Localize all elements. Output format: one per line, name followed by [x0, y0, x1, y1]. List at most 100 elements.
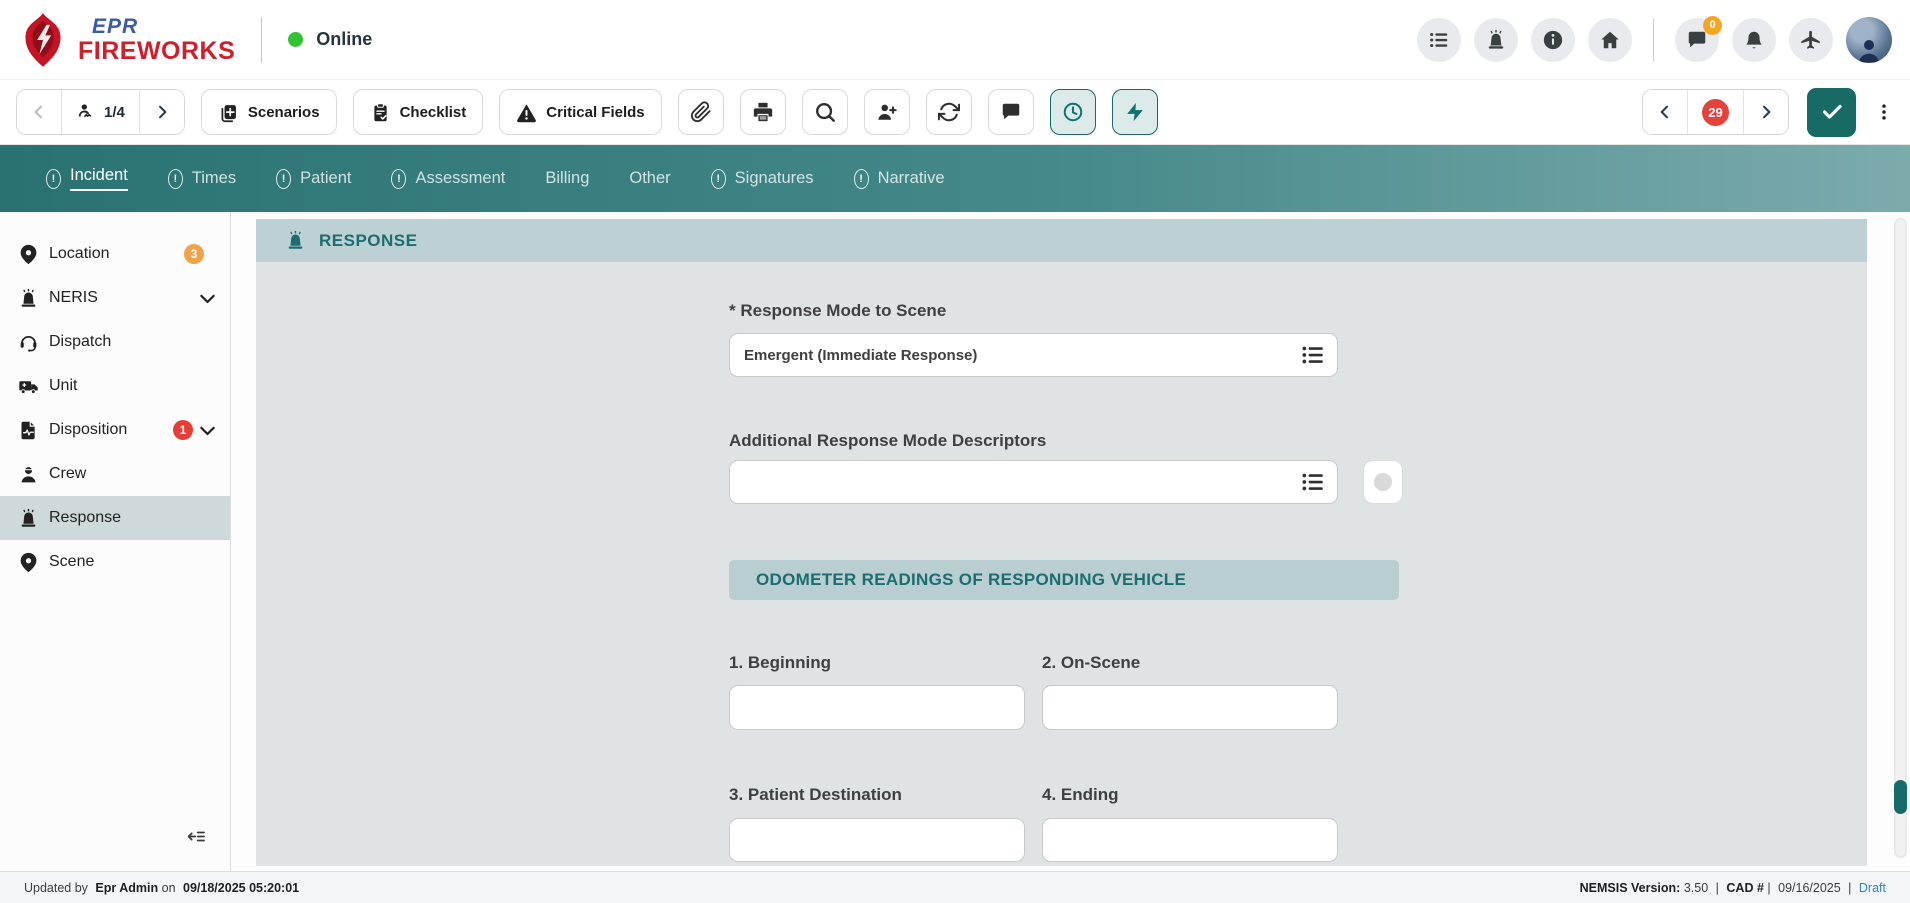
tab-assessment[interactable]: ! Assessment — [391, 169, 505, 189]
sidebar-item-location[interactable]: Location 3 — [0, 232, 230, 276]
info-button[interactable] — [1531, 18, 1575, 62]
more-options-button[interactable] — [1874, 102, 1894, 122]
incidents-button[interactable] — [1474, 18, 1518, 62]
save-validate-button[interactable] — [1807, 88, 1856, 137]
document-pulse-icon — [18, 420, 39, 441]
critical-fields-button[interactable]: Critical Fields — [499, 89, 661, 135]
online-status-label: Online — [316, 29, 372, 50]
warning-pill-icon: ! — [46, 169, 61, 189]
updated-timestamp: 09/18/2025 05:20:01 — [183, 881, 299, 895]
refresh-icon — [938, 101, 960, 123]
header-actions-divider — [1653, 19, 1654, 61]
add-person-button[interactable] — [864, 89, 910, 135]
connection-status: Online — [288, 29, 372, 50]
record-toolbar: 1/4 Scenarios Checklist Critical Fields — [0, 80, 1910, 145]
descriptor-option-button[interactable] — [1363, 460, 1403, 504]
record-next-button[interactable] — [139, 90, 184, 134]
incident-sidebar: Location 3 NERIS Dispatch Unit Dispositi… — [0, 212, 231, 871]
record-pager-value: 1/4 — [104, 104, 125, 121]
response-mode-input[interactable] — [729, 333, 1338, 377]
refresh-button[interactable] — [926, 89, 972, 135]
validation-prev-button[interactable] — [1643, 90, 1687, 134]
list-picker-icon[interactable] — [1300, 469, 1326, 495]
additional-descriptors-input[interactable] — [729, 460, 1338, 504]
add-person-icon — [876, 101, 898, 123]
notifications-button[interactable] — [1732, 18, 1776, 62]
record-date: 09/16/2025 — [1778, 881, 1841, 895]
home-icon — [1599, 29, 1621, 51]
radio-circle-icon — [1374, 473, 1392, 491]
lightning-icon — [1124, 101, 1146, 123]
scenarios-button[interactable]: Scenarios — [201, 89, 337, 135]
app-window: EPR FIREWORKS Online 0 — [0, 0, 1910, 903]
warning-pill-icon: ! — [276, 169, 291, 189]
sidebar-item-disposition[interactable]: Disposition 1 — [0, 408, 230, 452]
tab-billing[interactable]: Billing — [545, 169, 589, 188]
user-avatar[interactable] — [1846, 17, 1892, 63]
sidebar-item-dispatch[interactable]: Dispatch — [0, 320, 230, 364]
attachments-button[interactable] — [678, 89, 724, 135]
status-footer: Updated by Epr Admin on 09/18/2025 05:20… — [0, 871, 1910, 903]
draft-status-link[interactable]: Draft — [1859, 881, 1886, 895]
comments-button[interactable] — [988, 89, 1034, 135]
tab-narrative[interactable]: ! Narrative — [854, 169, 945, 189]
record-pager: 1/4 — [16, 89, 185, 135]
response-mode-label: * Response Mode to Scene — [729, 301, 946, 321]
paperclip-icon — [690, 101, 712, 123]
odometer-onscene-input[interactable] — [1042, 685, 1338, 730]
sidebar-item-unit[interactable]: Unit — [0, 364, 230, 408]
search-button[interactable] — [802, 89, 848, 135]
validation-next-button[interactable] — [1743, 90, 1788, 134]
odometer-beginning-field — [729, 685, 1025, 730]
additional-descriptors-field — [729, 460, 1338, 504]
online-dot-icon — [288, 32, 303, 47]
tab-incident[interactable]: ! Incident — [46, 166, 128, 191]
odometer-beginning-input[interactable] — [729, 685, 1025, 730]
tab-times[interactable]: ! Times — [168, 169, 236, 189]
siren-icon — [285, 230, 306, 251]
odometer-section-title: ODOMETER READINGS OF RESPONDING VEHICLE — [756, 570, 1186, 590]
sidebar-item-response[interactable]: Response — [0, 496, 230, 540]
transport-button[interactable] — [1789, 18, 1833, 62]
validation-count[interactable]: 29 — [1687, 90, 1743, 134]
record-prev-button[interactable] — [17, 90, 61, 134]
location-pin-icon — [18, 552, 39, 573]
home-button[interactable] — [1588, 18, 1632, 62]
plane-icon — [1800, 29, 1822, 51]
messages-button[interactable]: 0 — [1675, 18, 1719, 62]
tab-patient[interactable]: ! Patient — [276, 169, 351, 189]
disposition-error-badge: 1 — [173, 420, 193, 440]
menu-list-button[interactable] — [1417, 18, 1461, 62]
sidebar-collapse-button[interactable] — [187, 827, 206, 849]
print-button[interactable] — [740, 89, 786, 135]
tab-signatures[interactable]: ! Signatures — [711, 169, 814, 189]
chevron-down-icon — [197, 420, 218, 441]
main-form-area: RESPONSE * Response Mode to Scene Additi… — [231, 212, 1910, 871]
sidebar-item-scene[interactable]: Scene — [0, 540, 230, 584]
sidebar-item-neris[interactable]: NERIS — [0, 276, 230, 320]
list-picker-icon[interactable] — [1300, 342, 1326, 368]
chat-icon — [1000, 101, 1022, 123]
warning-pill-icon: ! — [854, 169, 869, 189]
chevron-right-icon — [154, 104, 170, 120]
quick-actions-button[interactable] — [1112, 89, 1158, 135]
odometer-ending-input[interactable] — [1042, 818, 1338, 862]
odometer-destination-label: 3. Patient Destination — [729, 785, 902, 805]
sidebar-item-crew[interactable]: Crew — [0, 452, 230, 496]
record-counter[interactable]: 1/4 — [61, 90, 139, 134]
toolbar-right-group: 29 — [1642, 88, 1894, 137]
odometer-onscene-label: 2. On-Scene — [1042, 653, 1140, 673]
chevron-left-icon — [31, 104, 47, 120]
odometer-destination-input[interactable] — [729, 818, 1025, 862]
odometer-destination-field — [729, 818, 1025, 862]
times-quick-entry-button[interactable] — [1050, 89, 1096, 135]
updated-by-user: Epr Admin — [95, 881, 158, 895]
vertical-scrollbar[interactable] — [1894, 218, 1907, 858]
tab-other[interactable]: Other — [629, 169, 670, 188]
siren-icon — [18, 288, 39, 309]
logo-text-epr: EPR — [92, 16, 235, 37]
odometer-beginning-label: 1. Beginning — [729, 653, 831, 673]
checklist-button[interactable]: Checklist — [353, 89, 484, 135]
scrollbar-thumb[interactable] — [1894, 780, 1907, 814]
scenarios-label: Scenarios — [248, 104, 320, 121]
